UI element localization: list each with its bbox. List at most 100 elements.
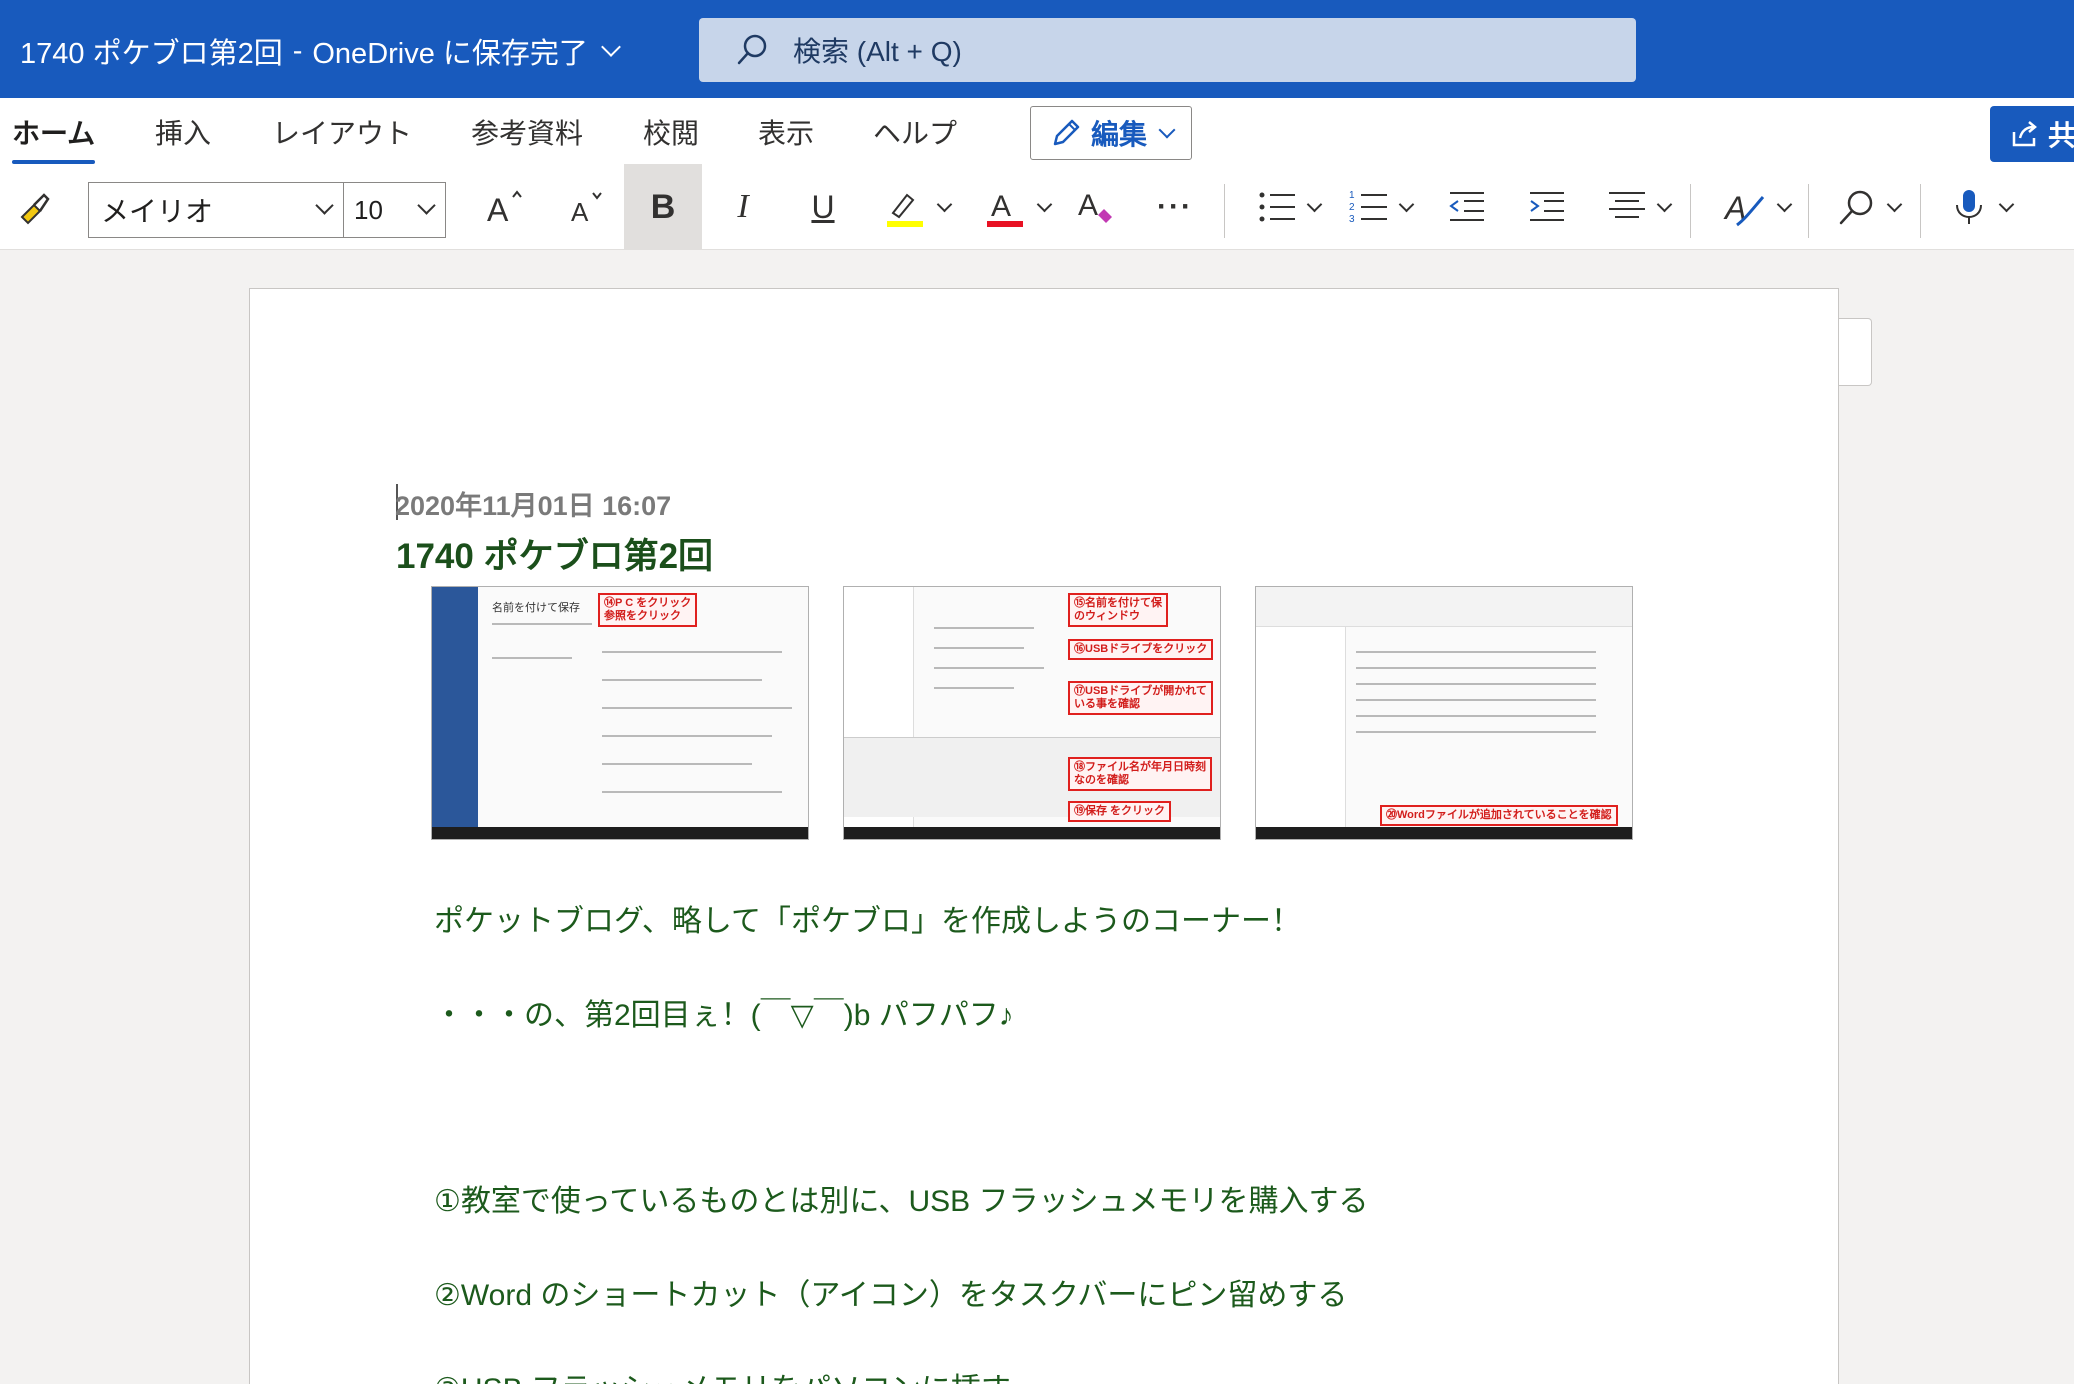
share-button[interactable]: 共 [1990,106,2074,162]
shrink-font-button[interactable]: A [552,172,618,242]
thumbnail-callout: ⑳Wordファイルが追加されていることを確認 [1380,805,1618,826]
numbered-list-icon: 123 [1349,190,1387,225]
chevron-down-icon [1776,196,1792,212]
tab-help[interactable]: ヘルプ [873,112,957,152]
tab-view[interactable]: 表示 [758,112,814,152]
tab-references[interactable]: 参考資料 [471,112,583,152]
chevron-down-icon [417,196,436,215]
pencil-icon [1053,119,1080,146]
screenshot-thumbnail-2[interactable]: ⑮名前を付けて保 のウィンドウ ⑯USBドライブをクリック ⑰USBドライブが開… [843,586,1221,840]
toolbar-divider [1224,184,1225,238]
more-options-button[interactable]: ··· [1140,172,1210,242]
tab-review[interactable]: 校閲 [643,112,699,152]
chevron-down-icon [1998,196,2014,212]
toolbar-divider [1808,184,1809,238]
grow-font-button[interactable]: A [470,172,536,242]
font-size-dropdown[interactable]: 10 [343,182,446,238]
format-painter-button[interactable] [6,172,62,242]
screenshot-thumbnail-3[interactable]: ⑳Wordファイルが追加されていることを確認 [1255,586,1633,840]
chevron-down-icon [315,196,334,215]
page-side-handle [1838,318,1872,386]
ribbon-toolbar: メイリオ 10 A A B I U A A ··· 123 A [0,164,2074,250]
tab-insert[interactable]: 挿入 [155,112,211,152]
toolbar-divider [1920,184,1921,238]
search-box[interactable]: 検索 (Alt + Q) [699,18,1636,82]
chevron-down-icon [1398,196,1414,212]
font-name-value: メイリオ [101,196,214,227]
underline-button[interactable]: U [786,172,860,242]
styles-icon: A [1723,190,1764,227]
find-icon [1839,190,1872,225]
increase-indent-icon [1530,192,1564,221]
svg-text:A: A [571,197,589,227]
chevron-down-icon [1306,196,1322,212]
italic-button[interactable]: I [706,172,780,242]
thumbnail-title: 名前を付けて保存 [492,602,580,614]
toolbar-divider [1690,184,1691,238]
italic-label: I [737,188,749,225]
paragraph-4: ②Word のショートカット（アイコン）をタスクバーにピン留めする [434,1279,1348,1312]
underline-label: U [811,188,835,225]
thumbnail-callout: ⑱ファイル名が年月日時刻 なのを確認 [1068,757,1212,791]
font-color-button[interactable]: A [976,172,1056,242]
document-title: 1740 ポケブロ第2回 [20,38,283,70]
highlighter-icon [886,193,923,227]
decrease-indent-button[interactable] [1436,172,1496,242]
paragraph-3: ①教室で使っているものとは別に、USB フラッシュメモリを購入する [434,1185,1369,1218]
thumbnail-taskbar [432,827,808,839]
chevron-down-icon [1656,196,1672,212]
chevron-down-icon [1036,196,1052,212]
align-center-icon [1608,192,1645,218]
share-label: 共 [2048,120,2074,151]
chevron-down-icon [1158,121,1176,139]
editing-mode-label: 編集 [1090,119,1147,150]
clear-formatting-button[interactable]: A [1068,172,1124,242]
document-heading: 1740 ポケブロ第2回 [396,537,714,576]
font-size-value: 10 [354,194,383,225]
thumbnail-callout: ⑮名前を付けて保 のウィンドウ [1068,593,1168,627]
thumbnail-sidebar [432,587,478,829]
decrease-indent-icon [1449,192,1484,221]
search-icon [735,32,771,68]
thumbnail-callout: ⑯USBドライブをクリック [1068,639,1214,660]
svg-text:A: A [991,190,1011,223]
find-button[interactable] [1830,172,1906,242]
title-bar: 1740 ポケブロ第2回 - OneDrive に保存完了 検索 (Alt + … [0,0,2074,98]
chevron-down-icon [1886,196,1902,212]
chevron-down-icon [601,37,621,57]
document-title-button[interactable]: 1740 ポケブロ第2回 - OneDrive に保存完了 [20,30,621,72]
format-painter-icon [20,193,50,225]
bullet-list-icon [1259,192,1295,222]
align-button[interactable] [1600,172,1676,242]
paragraph-1: ポケットブログ、略して「ポケブロ」を作成しようのコーナー！ [434,905,1301,938]
svg-text:A: A [1078,189,1098,222]
svg-text:2: 2 [1349,202,1355,213]
highlight-color-button[interactable] [876,172,956,242]
clear-formatting-icon: A [1078,189,1112,223]
bold-label: B [650,187,676,226]
screenshot-thumbnail-1[interactable]: 名前を付けて保存 ⑭P C をクリック 参照をクリック [431,586,809,840]
bullets-button[interactable] [1250,172,1326,242]
ribbon-tabs: ホーム 挿入 レイアウト 参考資料 校閲 表示 ヘルプ 編集 共 [0,98,2074,164]
thumbnail-callout: ⑭P C をクリック 参照をクリック [598,593,698,627]
font-name-dropdown[interactable]: メイリオ [88,182,344,238]
bold-button[interactable]: B [624,164,702,250]
microphone-icon [1955,190,1982,224]
grow-font-icon: A [487,190,522,228]
editing-mode-button[interactable]: 編集 [1030,106,1192,160]
svg-text:1: 1 [1349,190,1355,201]
increase-indent-button[interactable] [1516,172,1576,242]
tab-layout[interactable]: レイアウト [272,112,412,152]
thumbnail-callout: ⑰USBドライブが開かれて いる事を確認 [1068,681,1213,715]
styles-button[interactable]: A [1718,172,1794,242]
document-date: 2020年11月01日 16:07 [395,491,672,521]
search-placeholder: 検索 (Alt + Q) [793,36,962,67]
numbering-button[interactable]: 123 [1342,172,1418,242]
share-icon [2012,121,2037,147]
font-color-icon: A [986,190,1023,227]
svg-text:3: 3 [1349,214,1355,225]
dictate-button[interactable] [1942,172,2018,242]
tab-home[interactable]: ホーム [12,112,96,164]
save-status: OneDrive に保存完了 [312,38,588,70]
svg-text:A: A [487,192,509,228]
